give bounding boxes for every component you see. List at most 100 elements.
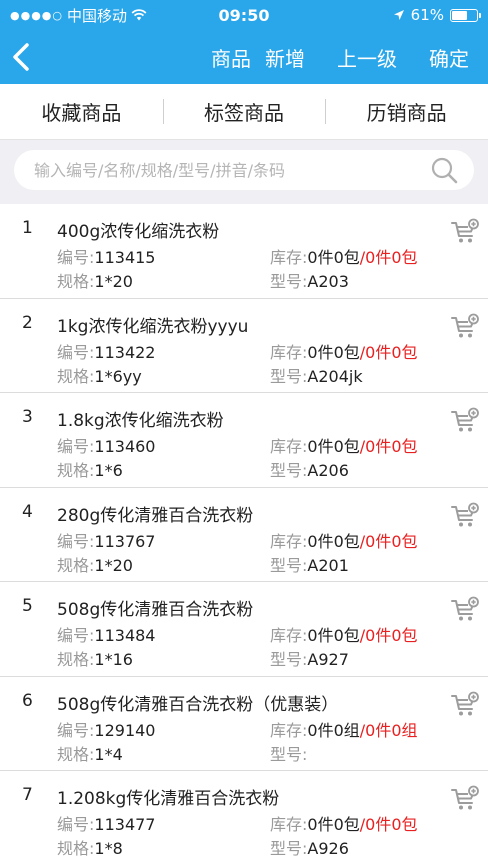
list-item[interactable]: 7 1.208kg传化清雅百合洗衣粉 编号:113477 库存:0件0包/0件0… bbox=[0, 771, 488, 865]
item-stock: 库存:0件0包/0件0包 bbox=[270, 433, 418, 457]
code-label: 编号: bbox=[57, 531, 95, 551]
spec-label: 规格: bbox=[57, 650, 95, 669]
add-to-cart-icon[interactable] bbox=[450, 596, 480, 624]
item-index: 3 bbox=[22, 407, 33, 427]
add-to-cart-icon[interactable] bbox=[450, 313, 480, 341]
list-item[interactable]: 3 1.8kg浓传化缩洗衣粉 编号:113460 库存:0件0包/0件0包 规格… bbox=[0, 393, 488, 488]
item-stock: 库存:0件0包/0件0包 bbox=[270, 244, 418, 268]
model-label: 型号: bbox=[270, 744, 308, 764]
model-value: A203 bbox=[307, 272, 349, 291]
model-value: A206 bbox=[307, 461, 349, 480]
add-to-cart-icon[interactable] bbox=[450, 407, 480, 435]
status-left: ●●●●○ 中国移动 bbox=[10, 5, 147, 26]
add-to-cart-icon[interactable] bbox=[450, 218, 480, 246]
stock-alt-value: /0件0组 bbox=[359, 720, 418, 740]
stock-label: 库存: bbox=[270, 531, 308, 551]
item-name: 1.208kg传化清雅百合洗衣粉 bbox=[57, 789, 280, 809]
search-input[interactable] bbox=[34, 160, 428, 180]
item-code: 编号:113767 bbox=[57, 528, 155, 552]
list-item[interactable]: 5 508g传化清雅百合洗衣粉 编号:113484 库存:0件0包/0件0包 规… bbox=[0, 582, 488, 677]
code-label: 编号: bbox=[57, 815, 95, 834]
model-value: A201 bbox=[307, 555, 349, 575]
signal-strength-icon: ●●●●○ bbox=[10, 8, 63, 22]
tab-sales-history[interactable]: 历销商品 bbox=[325, 97, 488, 126]
code-label: 编号: bbox=[57, 248, 95, 267]
model-label: 型号: bbox=[270, 555, 308, 575]
stock-label: 库存: bbox=[270, 248, 308, 267]
location-arrow-icon bbox=[393, 10, 404, 20]
item-stock: 库存:0件0包/0件0包 bbox=[270, 339, 418, 363]
nav-actions: 商品 新增 上一级 确定 bbox=[204, 43, 476, 72]
search-icon[interactable] bbox=[428, 154, 460, 186]
tab-favorites[interactable]: 收藏商品 bbox=[0, 97, 163, 126]
code-label: 编号: bbox=[57, 720, 95, 740]
list-item[interactable]: 1 400g浓传化缩洗衣粉 编号:113415 库存:0件0包/0件0包 规格:… bbox=[0, 204, 488, 299]
item-code: 编号:113460 bbox=[57, 433, 155, 457]
item-stock: 库存:0件0包/0件0包 bbox=[270, 622, 418, 646]
item-model: 型号:A201 bbox=[270, 552, 349, 576]
item-code: 编号:113422 bbox=[57, 339, 155, 363]
spec-value: 1*16 bbox=[94, 650, 133, 669]
code-value: 129140 bbox=[94, 720, 156, 740]
item-spec: 规格:1*16 bbox=[57, 646, 133, 670]
item-stock: 库存:0件0包/0件0包 bbox=[270, 811, 418, 835]
battery-percent: 61% bbox=[410, 6, 444, 24]
stock-alt-value: /0件0包 bbox=[359, 248, 418, 267]
add-to-cart-icon[interactable] bbox=[450, 502, 480, 530]
back-button[interactable] bbox=[12, 37, 42, 77]
stock-alt-value: /0件0包 bbox=[359, 531, 418, 551]
item-model: 型号:A204jk bbox=[270, 363, 363, 387]
item-spec: 规格:1*20 bbox=[57, 552, 133, 576]
stock-value: 0件0包 bbox=[307, 437, 360, 456]
tab-bar: 收藏商品 标签商品 历销商品 bbox=[0, 84, 488, 140]
list-item[interactable]: 6 508g传化清雅百合洗衣粉（优惠装） 编号:129140 库存:0件0组/0… bbox=[0, 677, 488, 771]
stock-alt-value: /0件0包 bbox=[359, 815, 418, 834]
stock-alt-value: /0件0包 bbox=[359, 437, 418, 456]
list-item[interactable]: 2 1kg浓传化缩洗衣粉yyyu 编号:113422 库存:0件0包/0件0包 … bbox=[0, 299, 488, 393]
add-new-button[interactable]: 新增 bbox=[258, 43, 312, 72]
item-stock: 库存:0件0包/0件0包 bbox=[270, 528, 418, 552]
item-model: 型号:A203 bbox=[270, 268, 349, 292]
code-label: 编号: bbox=[57, 342, 95, 362]
item-name: 280g传化清雅百合洗衣粉 bbox=[57, 505, 254, 526]
model-value: A204jk bbox=[307, 366, 363, 386]
tab-tagged[interactable]: 标签商品 bbox=[162, 97, 326, 126]
battery-level bbox=[452, 10, 467, 20]
model-label: 型号: bbox=[270, 461, 308, 480]
model-label: 型号: bbox=[270, 272, 308, 291]
item-code: 编号:113477 bbox=[57, 811, 155, 835]
spec-label: 规格: bbox=[57, 744, 95, 764]
model-label: 型号: bbox=[270, 839, 308, 858]
goods-button[interactable]: 商品 bbox=[204, 43, 258, 72]
item-model: 型号:A206 bbox=[270, 457, 349, 481]
code-value: 113460 bbox=[94, 437, 156, 456]
item-index: 2 bbox=[22, 312, 33, 333]
spec-label: 规格: bbox=[57, 461, 95, 480]
model-value: A927 bbox=[307, 650, 349, 669]
item-model: 型号:A927 bbox=[270, 646, 349, 670]
item-code: 编号:113484 bbox=[57, 622, 155, 646]
stock-label: 库存: bbox=[270, 626, 308, 645]
item-name: 400g浓传化缩洗衣粉 bbox=[57, 222, 220, 242]
stock-label: 库存: bbox=[270, 815, 308, 834]
spec-value: 1*6yy bbox=[94, 366, 142, 386]
confirm-button[interactable]: 确定 bbox=[422, 43, 476, 72]
spec-value: 1*8 bbox=[94, 839, 123, 858]
stock-alt-value: /0件0包 bbox=[359, 626, 418, 645]
parent-level-button[interactable]: 上一级 bbox=[330, 43, 404, 72]
item-spec: 规格:1*20 bbox=[57, 268, 133, 292]
item-name: 508g传化清雅百合洗衣粉 bbox=[57, 600, 254, 620]
add-to-cart-icon[interactable] bbox=[450, 785, 480, 813]
list-item[interactable]: 4 280g传化清雅百合洗衣粉 编号:113767 库存:0件0包/0件0包 规… bbox=[0, 488, 488, 582]
stock-alt-value: /0件0包 bbox=[359, 342, 418, 362]
add-to-cart-icon[interactable] bbox=[450, 691, 480, 719]
item-model: 型号: bbox=[270, 741, 307, 765]
carrier-name: 中国移动 bbox=[67, 6, 128, 25]
code-value: 113484 bbox=[94, 626, 156, 645]
item-name: 508g传化清雅百合洗衣粉（优惠装） bbox=[57, 694, 339, 715]
stock-value: 0件0组 bbox=[307, 720, 360, 740]
item-index: 7 bbox=[22, 785, 33, 805]
item-name: 1kg浓传化缩洗衣粉yyyu bbox=[57, 316, 249, 337]
product-list: 1 400g浓传化缩洗衣粉 编号:113415 库存:0件0包/0件0包 规格:… bbox=[0, 204, 488, 865]
spec-value: 1*6 bbox=[94, 461, 123, 480]
